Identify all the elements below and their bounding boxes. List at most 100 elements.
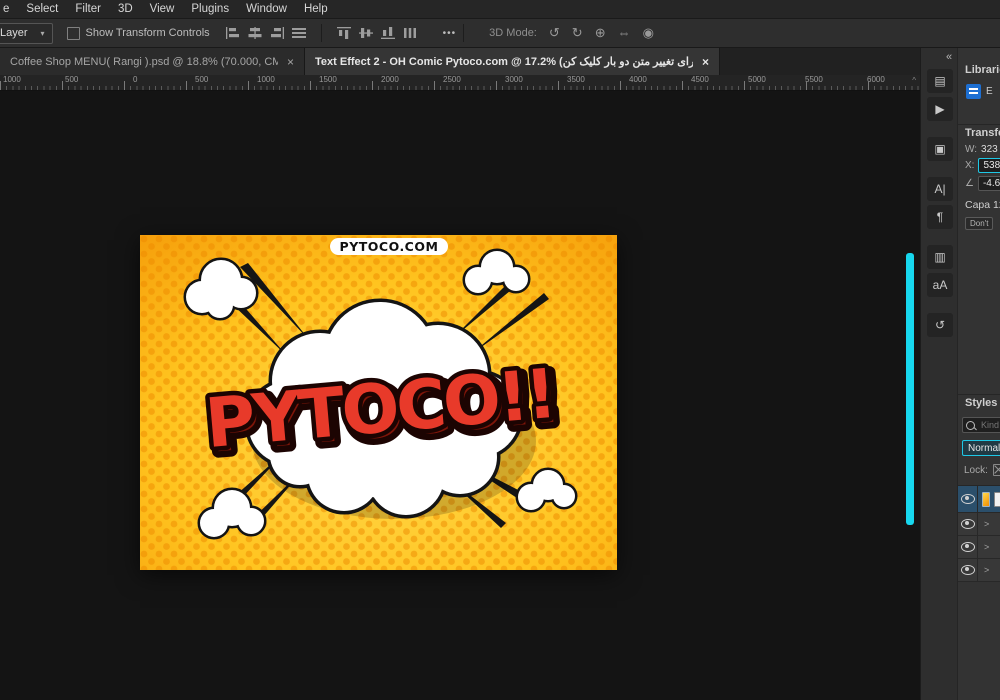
right-dock: « ▤ ▶ ▣ A| ¶ ▥ aA ↺ Libraries E Transfor… [920,48,1000,700]
menu-item-filter[interactable]: Filter [75,3,101,15]
library-asset-icon [966,84,981,99]
align-center-h-icon[interactable] [248,27,262,39]
width-value[interactable]: 323 [981,144,998,155]
layer-row-selected[interactable] [958,486,1000,513]
menu-item-plugins[interactable]: Plugins [191,3,229,15]
menu-item-help[interactable]: Help [304,3,328,15]
3d-rotate-icon[interactable]: ↺ [549,25,560,41]
align-bottom-icon[interactable] [380,27,395,39]
3d-scale-icon[interactable]: ◉ [643,25,654,41]
blend-mode-dropdown[interactable]: Normal [962,440,1000,456]
styles-title[interactable]: Styles [958,395,1000,411]
auto-select-value: Layer [0,27,28,39]
document-tab-bar: Coffee Shop MENU( Rangi ).psd @ 18.8% (7… [0,48,920,75]
panel-icon-properties[interactable]: ▣ [927,137,953,161]
ruler-scroll-icon[interactable]: ^ [912,76,916,85]
selected-layer-name: Capa 12 [965,199,1000,211]
panel-icon-layer-comps[interactable]: ▥ [927,245,953,269]
lock-label: Lock: [964,464,988,476]
close-icon[interactable]: × [287,55,294,69]
tab-text-effect[interactable]: Text Effect 2 - OH Comic Pytoco.com @ 17… [305,48,720,75]
auto-select-dropdown[interactable]: Layer ▾ [0,22,53,44]
panel-icon-paragraph[interactable]: ¶ [927,205,953,229]
visibility-toggle[interactable] [958,513,978,535]
menu-bar: e Select Filter 3D View Plugins Window H… [0,0,1000,19]
ruler-label: 4500 [691,75,709,84]
comic-artwork-image: PYTOCO.COM PYTOCO!! PYTOCO!! [140,235,617,570]
3d-mode-label: 3D Mode: [489,27,537,39]
panel-icon-history[interactable]: ↺ [927,313,953,337]
more-options-icon[interactable]: ••• [443,28,457,39]
libraries-title[interactable]: Libraries [958,62,1000,78]
lock-transparency-icon[interactable] [992,464,1000,476]
eye-icon [960,494,975,504]
align-center-v-icon[interactable] [358,27,373,39]
menu-item-view[interactable]: View [150,3,175,15]
chevron-down-icon: ▾ [40,28,45,38]
libraries-panel: Libraries E [958,62,1000,99]
search-icon [966,420,975,430]
x-position-field[interactable]: 538 [978,158,1000,173]
distribute-lines-icon[interactable] [291,27,306,39]
show-transform-label: Show Transform Controls [85,27,210,39]
3d-mode-icons: ↺ ↻ ⊕ ⇔ ◉ [549,25,654,41]
layer-mask-thumbnail[interactable] [993,491,1000,507]
panel-icon-glyphs[interactable]: aA [927,273,953,297]
tab-coffee-shop-menu[interactable]: Coffee Shop MENU( Rangi ).psd @ 18.8% (7… [0,48,305,75]
visibility-toggle[interactable] [958,486,978,512]
align-right-icon[interactable] [270,27,284,39]
ruler-label: 1500 [319,75,337,84]
panel-icon-actions[interactable]: ▶ [927,97,953,121]
layer-row[interactable]: > [958,513,1000,536]
lock-row: Lock: [964,464,1000,476]
angle-field[interactable]: -4.6 [977,176,1000,191]
close-icon[interactable]: × [702,55,709,69]
3d-drag-icon[interactable]: ⊕ [595,25,606,41]
visibility-toggle[interactable] [958,559,978,581]
show-transform-checkbox[interactable] [66,26,80,40]
dont-show-button[interactable]: Don't [965,217,994,230]
group-chevron-icon[interactable]: > [984,519,989,529]
x-row: X: 538 [958,155,1000,173]
ruler-label: 0 [133,75,138,84]
ruler-label: 500 [65,75,79,84]
document-artwork[interactable]: PYTOCO.COM PYTOCO!! PYTOCO!! [140,235,617,570]
ruler-label: 2500 [443,75,461,84]
transform-title[interactable]: Transform [958,125,1000,141]
group-chevron-icon[interactable]: > [984,565,989,575]
layer-filter-search[interactable] [962,417,1000,433]
panel-icon-adjustments[interactable]: ▤ [927,69,953,93]
align-tools [225,24,417,42]
menu-item-window[interactable]: Window [246,3,287,15]
panel-icon-strip: ▤ ▶ ▣ A| ¶ ▥ aA ↺ [924,69,956,337]
menu-item-cut[interactable]: e [3,3,9,15]
canvas-area[interactable]: PYTOCO.COM PYTOCO!! PYTOCO!! [0,90,920,700]
menu-item-3d[interactable]: 3D [118,3,133,15]
angle-row: ∠ -4.6 [958,173,1000,191]
library-asset[interactable]: E [958,78,1000,99]
search-input[interactable] [979,419,1000,431]
layer-row[interactable]: > [958,559,1000,582]
separator [320,24,322,42]
distribute-v-icon[interactable] [403,27,417,39]
panel-icon-character[interactable]: A| [927,177,953,201]
cyan-scrollbar[interactable] [906,253,914,525]
layer-thumbnail[interactable] [982,491,990,507]
align-left-icon[interactable] [225,27,240,39]
eye-icon [960,565,975,575]
align-top-icon[interactable] [336,27,351,39]
3d-slide-icon[interactable]: ⇔ [618,25,631,41]
ruler-label: 3000 [505,75,523,84]
group-chevron-icon[interactable]: > [984,542,989,552]
collapse-panels-icon[interactable]: « [946,51,952,63]
ruler-label: 1000 [257,75,275,84]
3d-roll-icon[interactable]: ↻ [572,25,583,41]
styles-panel: Styles Normal Lock: > [958,394,1000,582]
visibility-toggle[interactable] [958,536,978,558]
docked-panel-column: Libraries E Transform W: 323 X: 538 ∠ -4… [957,48,1000,700]
horizontal-ruler: 1000 500 0 500 1000 1500 2000 2500 3000 … [0,75,920,91]
layer-row[interactable]: > [958,536,1000,559]
menu-item-select[interactable]: Select [26,3,58,15]
ruler-label: 4000 [629,75,647,84]
separator [463,24,465,42]
